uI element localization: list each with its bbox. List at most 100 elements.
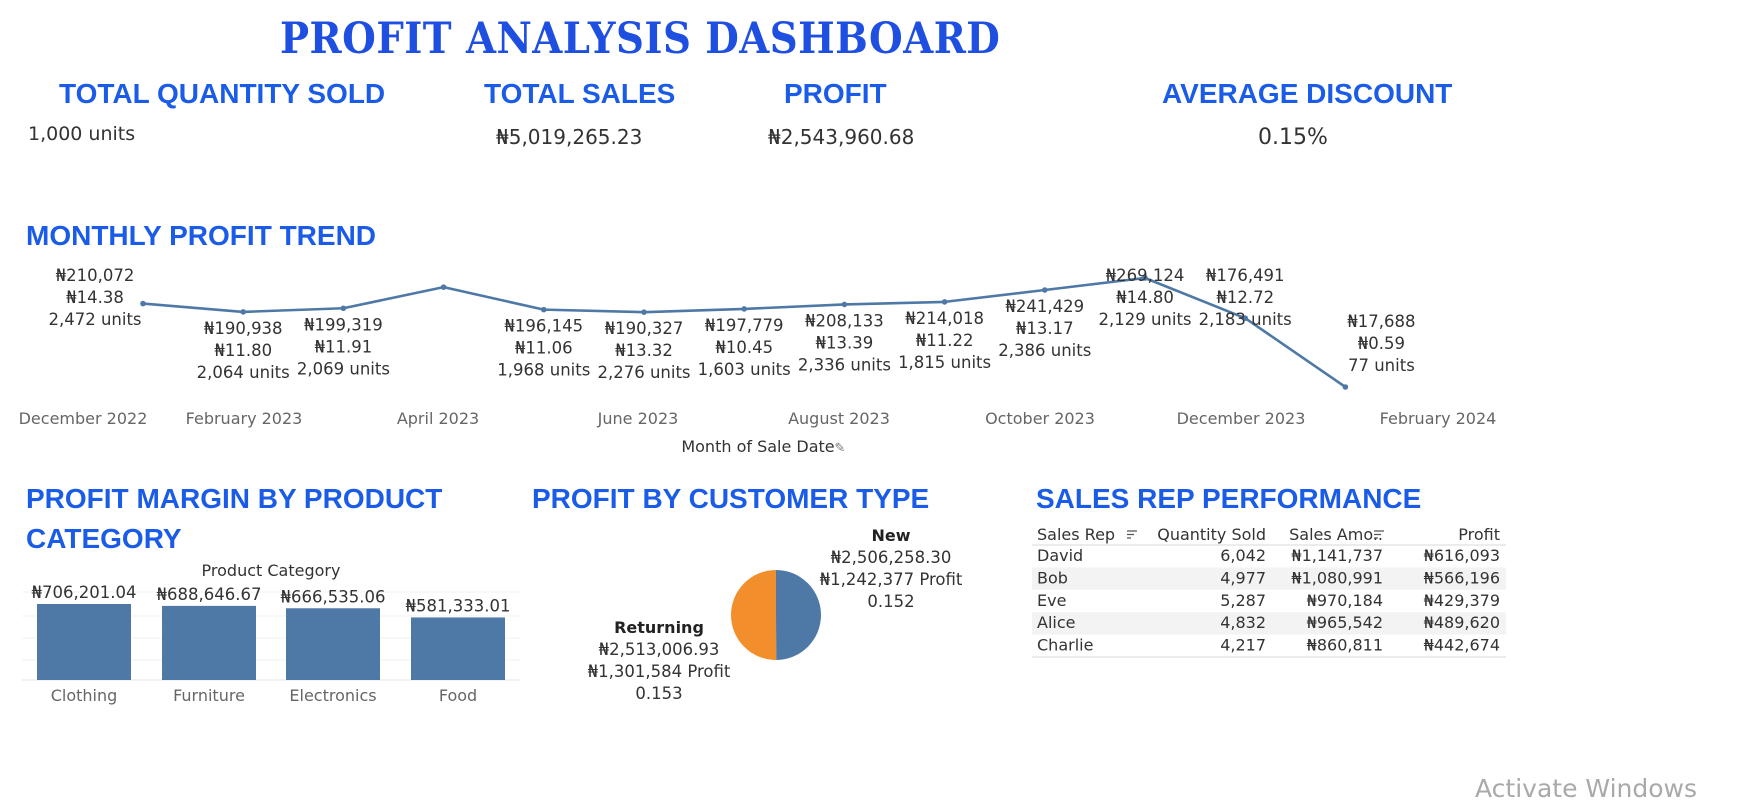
trend-label-10-line-2: ₦13.17 [1016,319,1074,338]
table-cell: Charlie [1037,636,1093,655]
trend-label-13-line-1: ₦17,688 [1347,312,1415,331]
table-cell: 6,042 [1220,546,1266,565]
bar-clothing [37,604,131,680]
trend-point-6 [641,309,647,315]
x-tick-label: February 2023 [186,409,303,428]
sales-rep-table: Sales Rep Quantity Sold Sales Amo.. Profit D… [1032,525,1506,658]
trend-label-5-line-2: ₦11.06 [515,339,573,358]
bar-value-label: ₦688,646.67 [157,585,262,604]
trend-label-1-line-3: 2,472 units [48,310,141,329]
margin-title-line2: CATEGORY [26,523,182,554]
trend-point-3 [340,305,347,312]
x-tick-label: April 2023 [397,409,479,428]
kpi-sales-value: ₦5,019,265.23 [496,125,643,149]
x-axis-title: Month of Sale Date [681,437,834,456]
trend-label-3-line-3: 2,069 units [297,359,390,378]
trend-label-7-line-1: ₦197,779 [705,316,784,335]
trend-point-4 [440,284,447,290]
trend-label-3-line-1: ₦199,319 [304,315,383,334]
table-cell: ₦442,674 [1424,636,1500,655]
trend-label-1-line-2: ₦14.38 [66,288,124,307]
pie-slice-new [776,570,822,660]
table-cell: ₦489,620 [1424,613,1500,632]
trend-label-7-line-2: ₦10.45 [715,338,773,357]
customer-section-title: PROFIT BY CUSTOMER TYPE [532,483,930,514]
kpi-sales-title: TOTAL SALES [484,78,676,109]
table-cell: 4,217 [1220,636,1266,655]
category-bar-chart: Product Category ₦706,201.04 Clothing ₦688,… [22,561,520,705]
kpi-discount-title: AVERAGE DISCOUNT [1162,78,1453,109]
x-tick-label: December 2023 [1177,409,1306,428]
x-tick-label: June 2023 [597,409,679,428]
trend-label-9-line-3: 1,815 units [898,353,991,372]
table-cell: ₦860,811 [1307,636,1383,655]
x-tick-label: February 2024 [1380,409,1497,428]
trend-label-12-line-3: 2,183 units [1199,310,1292,329]
pie-label-returning-line-3: 0.153 [635,684,682,703]
trend-point-5 [541,306,547,313]
trend-label-8-line-1: ₦208,133 [805,311,884,330]
table-cell: 4,832 [1220,613,1266,632]
bar-electronics [286,608,380,680]
trend-point-2 [240,309,246,315]
kpi-profit-value: ₦2,543,960.68 [768,125,915,149]
pin-icon: ✎ [835,441,846,456]
pie-label-new-line-3: 0.152 [867,592,914,611]
table-cell: 4,977 [1220,568,1266,587]
trend-label-2-line-2: ₦11.80 [214,341,272,360]
trend-section-title: MONTHLY PROFIT TREND [26,220,377,251]
trend-label-8-line-3: 2,336 units [798,355,891,374]
bar-category-label: Clothing [51,686,118,705]
table-cell: David [1037,546,1083,565]
x-tick-label: December 2022 [19,409,148,428]
trend-label-3-line-2: ₦11.91 [315,337,373,356]
bar-value-label: ₦581,333.01 [406,596,511,615]
bar-value-label: ₦666,535.06 [281,587,386,606]
trend-point-13 [1342,384,1349,390]
table-cell: ₦970,184 [1307,591,1383,610]
x-tick-label: August 2023 [788,409,890,428]
table-header-cell: Sales Amo.. [1289,525,1383,544]
x-tick-label: October 2023 [985,409,1095,428]
bar-furniture [162,605,256,680]
customer-pie-chart: New ₦2,506,258.30 ₦1,242,377 Profit 0.152 Re… [588,526,963,703]
margin-title-line1: PROFIT MARGIN BY PRODUCT [26,483,443,514]
margin-section-title: PROFIT MARGIN BY PRODUCT CATEGORY [26,479,442,559]
bar-food [411,617,505,680]
trend-label-11-line-2: ₦14.80 [1116,288,1174,307]
pie-label-new-line-2: ₦1,242,377 Profit [820,570,963,589]
sort-icon-sales-rep [1127,530,1137,539]
pie-label-new-name: New [871,526,910,545]
pie-slice-returning [731,570,777,660]
kpi-quantity-value: 1,000 units [28,123,136,145]
reps-section-title: SALES REP PERFORMANCE [1036,483,1422,514]
pie-label-returning-name: Returning [614,618,704,637]
pie-label-returning-line-1: ₦2,513,006.93 [599,640,720,659]
trend-label-2-line-1: ₦190,938 [204,319,283,338]
trend-label-10-line-1: ₦241,429 [1005,297,1084,316]
table-header-cell: Quantity Sold [1157,525,1266,544]
trend-label-10-line-3: 2,386 units [998,341,1091,360]
trend-label-13-line-3: 77 units [1348,356,1415,375]
trend-label-9-line-2: ₦11.22 [916,331,974,350]
bar-chart-header: Product Category [202,561,341,580]
table-cell: ₦965,542 [1307,613,1383,632]
table-cell: Eve [1037,591,1066,610]
table-cell: ₦616,093 [1424,546,1500,565]
trend-point-10 [1042,287,1048,293]
trend-label-6-line-3: 2,276 units [597,363,690,382]
trend-label-7-line-3: 1,603 units [698,360,791,379]
bar-category-label: Furniture [173,686,245,705]
table-cell: 5,287 [1220,591,1266,610]
bar-category-label: Electronics [289,686,376,705]
kpi-discount-value: 0.15% [1258,125,1328,150]
bar-value-label: ₦706,201.04 [32,583,137,602]
table-header-cell: Sales Rep [1037,525,1115,544]
trend-label-8-line-2: ₦13.39 [816,333,874,352]
bar-category-label: Food [439,686,477,705]
trend-label-6-line-2: ₦13.32 [615,341,673,360]
trend-label-13-line-2: ₦0.59 [1358,334,1405,353]
trend-label-9-line-1: ₦214,018 [905,309,984,328]
table-cell: Alice [1037,613,1075,632]
table-cell: ₦1,080,991 [1291,568,1383,587]
